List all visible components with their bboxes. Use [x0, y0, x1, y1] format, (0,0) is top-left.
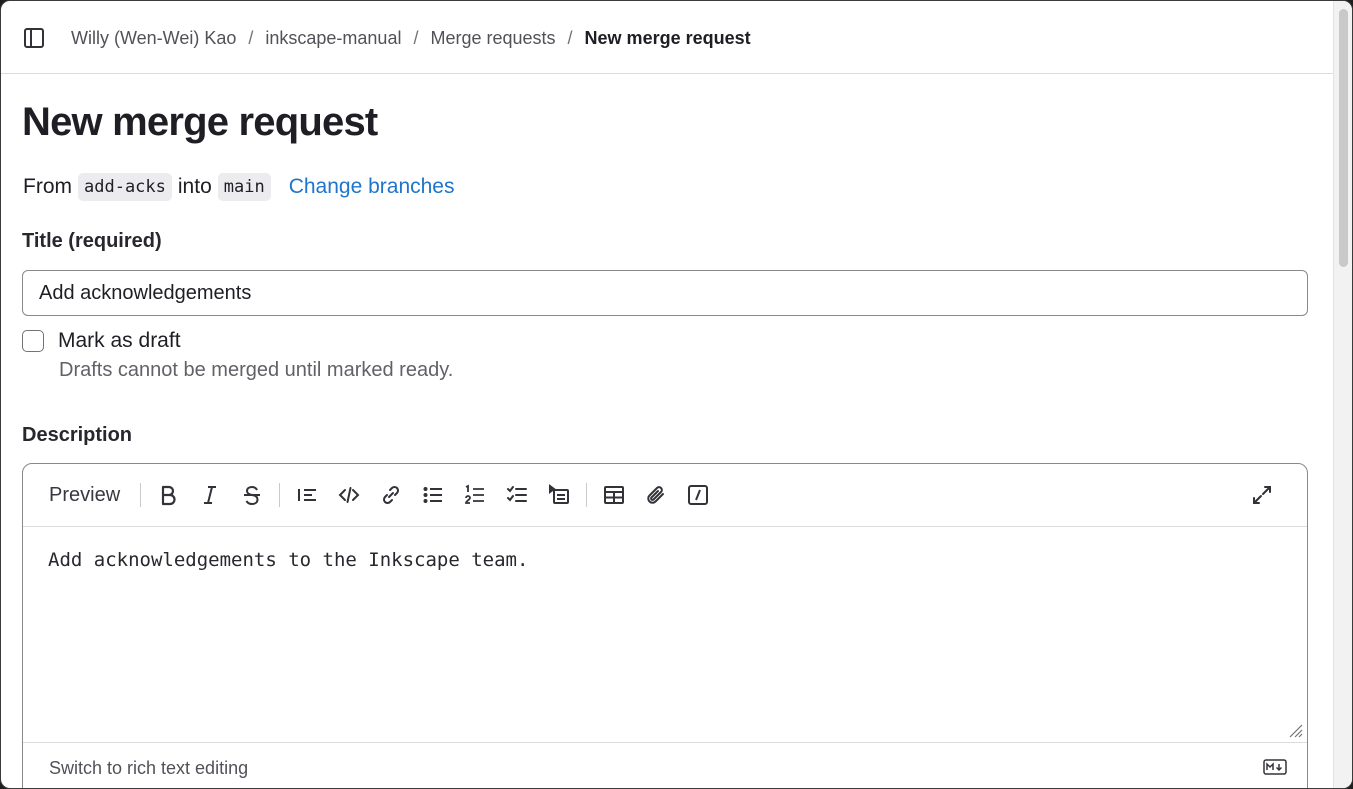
- browser-window: Willy (Wen-Wei) Kao / inkscape-manual / …: [0, 0, 1353, 789]
- scrollbar[interactable]: [1333, 1, 1352, 788]
- breadcrumb-separator: /: [413, 28, 419, 48]
- breadcrumb-project[interactable]: inkscape-manual: [265, 27, 401, 49]
- breadcrumb-separator: /: [567, 28, 573, 48]
- source-branch: add-acks: [78, 173, 172, 201]
- draft-label[interactable]: Mark as draft: [58, 329, 181, 353]
- toolbar-divider: [586, 483, 588, 507]
- italic-icon[interactable]: [195, 480, 225, 510]
- breadcrumb-separator: /: [248, 28, 254, 48]
- breadcrumb-merge-requests[interactable]: Merge requests: [430, 27, 555, 49]
- description-label: Description: [22, 424, 133, 446]
- description-textarea[interactable]: Add acknowledgements to the Inkscape tea…: [23, 527, 1307, 742]
- collapsible-icon[interactable]: [544, 480, 574, 510]
- attach-icon[interactable]: [641, 480, 671, 510]
- switch-rich-text-button[interactable]: Switch to rich text editing: [49, 758, 248, 779]
- fullscreen-icon[interactable]: [1247, 480, 1277, 510]
- editor-toolbar: Preview: [23, 464, 1307, 527]
- title-label: Title (required): [22, 230, 162, 252]
- markdown-icon: [1263, 759, 1287, 780]
- editor-footer: Switch to rich text editing: [23, 742, 1307, 788]
- breadcrumb: Willy (Wen-Wei) Kao / inkscape-manual / …: [71, 27, 751, 49]
- draft-checkbox[interactable]: [22, 330, 44, 352]
- link-icon[interactable]: [376, 480, 406, 510]
- draft-row: Mark as draft: [22, 329, 181, 353]
- page-title: New merge request: [22, 100, 378, 144]
- breadcrumb-user[interactable]: Willy (Wen-Wei) Kao: [71, 27, 236, 49]
- toolbar-divider: [140, 483, 142, 507]
- task-list-icon[interactable]: [502, 480, 532, 510]
- strikethrough-icon[interactable]: [237, 480, 267, 510]
- change-branches-link[interactable]: Change branches: [289, 175, 455, 199]
- branch-info: From add-acks into main Change branches: [23, 171, 455, 203]
- title-input[interactable]: [22, 270, 1308, 316]
- table-icon[interactable]: [599, 480, 629, 510]
- toolbar-divider: [279, 483, 281, 507]
- scrollbar-thumb[interactable]: [1339, 9, 1348, 267]
- from-label: From: [23, 175, 72, 198]
- bold-icon[interactable]: [153, 480, 183, 510]
- draft-help-text: Drafts cannot be merged until marked rea…: [59, 359, 454, 381]
- description-editor: Preview Add acknowledgements to the Inks…: [22, 463, 1308, 788]
- code-icon[interactable]: [334, 480, 364, 510]
- target-branch: main: [217, 173, 271, 201]
- slash-command-icon[interactable]: [683, 480, 713, 510]
- bullet-list-icon[interactable]: [418, 480, 448, 510]
- sidebar-toggle-icon[interactable]: [23, 27, 45, 49]
- breadcrumb-current[interactable]: New merge request: [585, 27, 751, 49]
- numbered-list-icon[interactable]: [460, 480, 490, 510]
- resize-handle-icon[interactable]: [1287, 722, 1303, 738]
- into-label: into: [177, 175, 212, 198]
- quote-icon[interactable]: [292, 480, 322, 510]
- preview-button[interactable]: Preview: [49, 484, 120, 507]
- top-bar: Willy (Wen-Wei) Kao / inkscape-manual / …: [1, 1, 1334, 74]
